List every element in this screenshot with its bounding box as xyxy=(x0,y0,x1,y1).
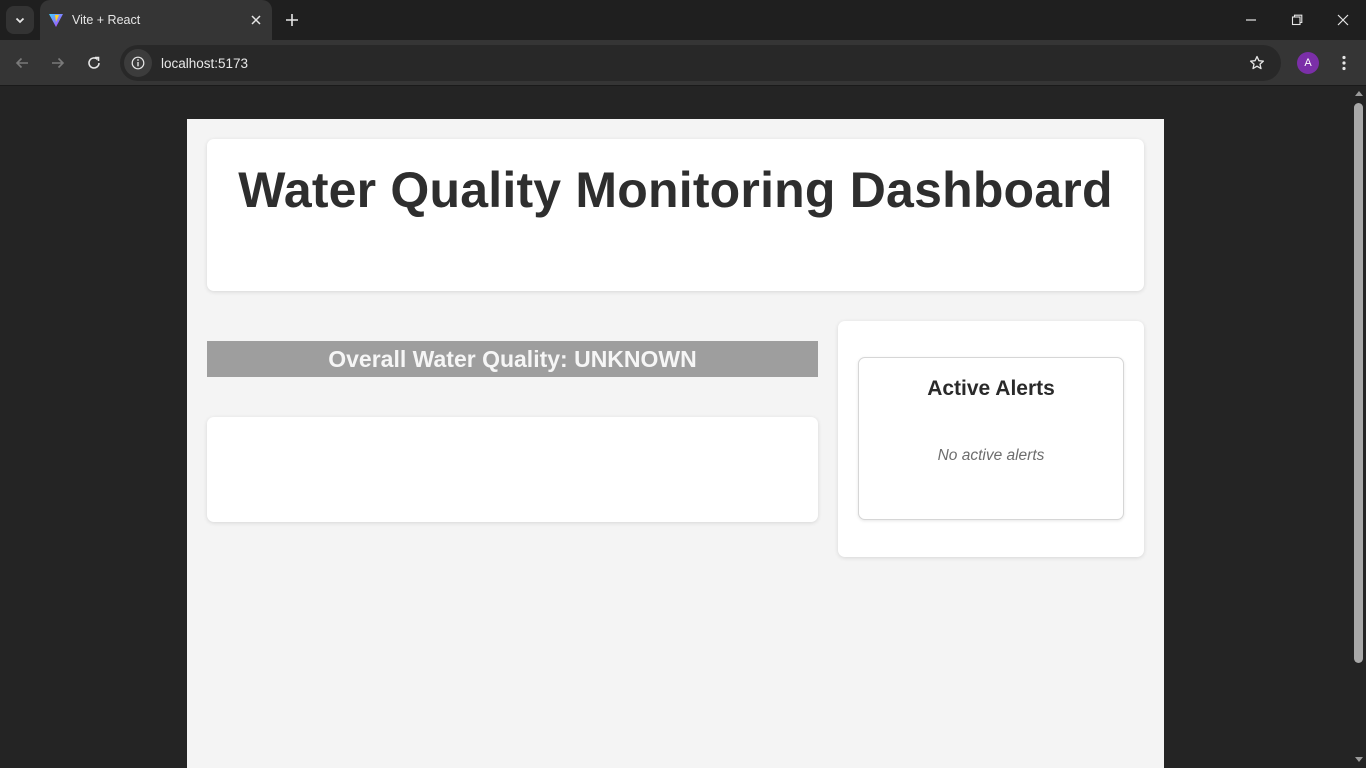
vite-favicon-icon xyxy=(48,12,64,28)
overall-quality-banner: Overall Water Quality: UNKNOWN xyxy=(207,341,818,377)
parameters-card xyxy=(207,417,818,522)
kebab-menu-icon xyxy=(1342,55,1346,71)
dashboard-app: Water Quality Monitoring Dashboard Overa… xyxy=(187,119,1164,768)
alerts-panel: Active Alerts No active alerts xyxy=(858,357,1124,520)
browser-tab[interactable]: Vite + React xyxy=(40,0,272,40)
minimize-icon xyxy=(1246,19,1256,21)
new-tab-button[interactable] xyxy=(280,6,304,34)
address-bar[interactable]: localhost:5173 xyxy=(120,45,1281,81)
scrollbar-thumb[interactable] xyxy=(1354,103,1363,663)
profile-avatar[interactable]: A xyxy=(1297,52,1319,74)
page-title: Water Quality Monitoring Dashboard xyxy=(238,162,1113,218)
scroll-up-arrow-icon[interactable] xyxy=(1355,91,1363,96)
chevron-down-icon xyxy=(15,17,25,24)
reload-button[interactable] xyxy=(78,47,110,79)
browser-menu-button[interactable] xyxy=(1332,47,1356,79)
page-viewport: Water Quality Monitoring Dashboard Overa… xyxy=(0,87,1366,768)
close-icon xyxy=(1337,14,1349,26)
scroll-down-arrow-icon[interactable] xyxy=(1355,757,1363,762)
browser-toolbar: localhost:5173 A xyxy=(0,40,1366,86)
vertical-scrollbar[interactable] xyxy=(1351,87,1366,768)
alerts-empty-message: No active alerts xyxy=(937,447,1045,464)
alerts-title: Active Alerts xyxy=(927,377,1055,400)
tab-search-button[interactable] xyxy=(6,6,34,34)
bookmark-star-icon[interactable] xyxy=(1243,49,1271,77)
back-icon xyxy=(15,57,28,69)
sidebar-card: Active Alerts No active alerts xyxy=(838,321,1144,557)
plus-icon xyxy=(286,14,298,26)
site-info-icon[interactable] xyxy=(124,49,152,77)
back-button[interactable] xyxy=(6,47,38,79)
forward-button[interactable] xyxy=(42,47,74,79)
url-text[interactable]: localhost:5173 xyxy=(161,56,1243,71)
tab-close-button[interactable] xyxy=(244,8,268,32)
minimize-button[interactable] xyxy=(1228,0,1274,40)
header-card: Water Quality Monitoring Dashboard xyxy=(207,139,1144,291)
forward-icon xyxy=(52,57,65,69)
window-close-button[interactable] xyxy=(1320,0,1366,40)
tab-strip: Vite + React xyxy=(0,0,1366,40)
overall-quality-status: Overall Water Quality: UNKNOWN xyxy=(328,345,697,372)
restore-icon xyxy=(1291,14,1303,26)
reload-icon xyxy=(88,56,100,69)
tab-title: Vite + React xyxy=(72,13,141,27)
close-icon xyxy=(251,15,261,25)
restore-button[interactable] xyxy=(1274,0,1320,40)
